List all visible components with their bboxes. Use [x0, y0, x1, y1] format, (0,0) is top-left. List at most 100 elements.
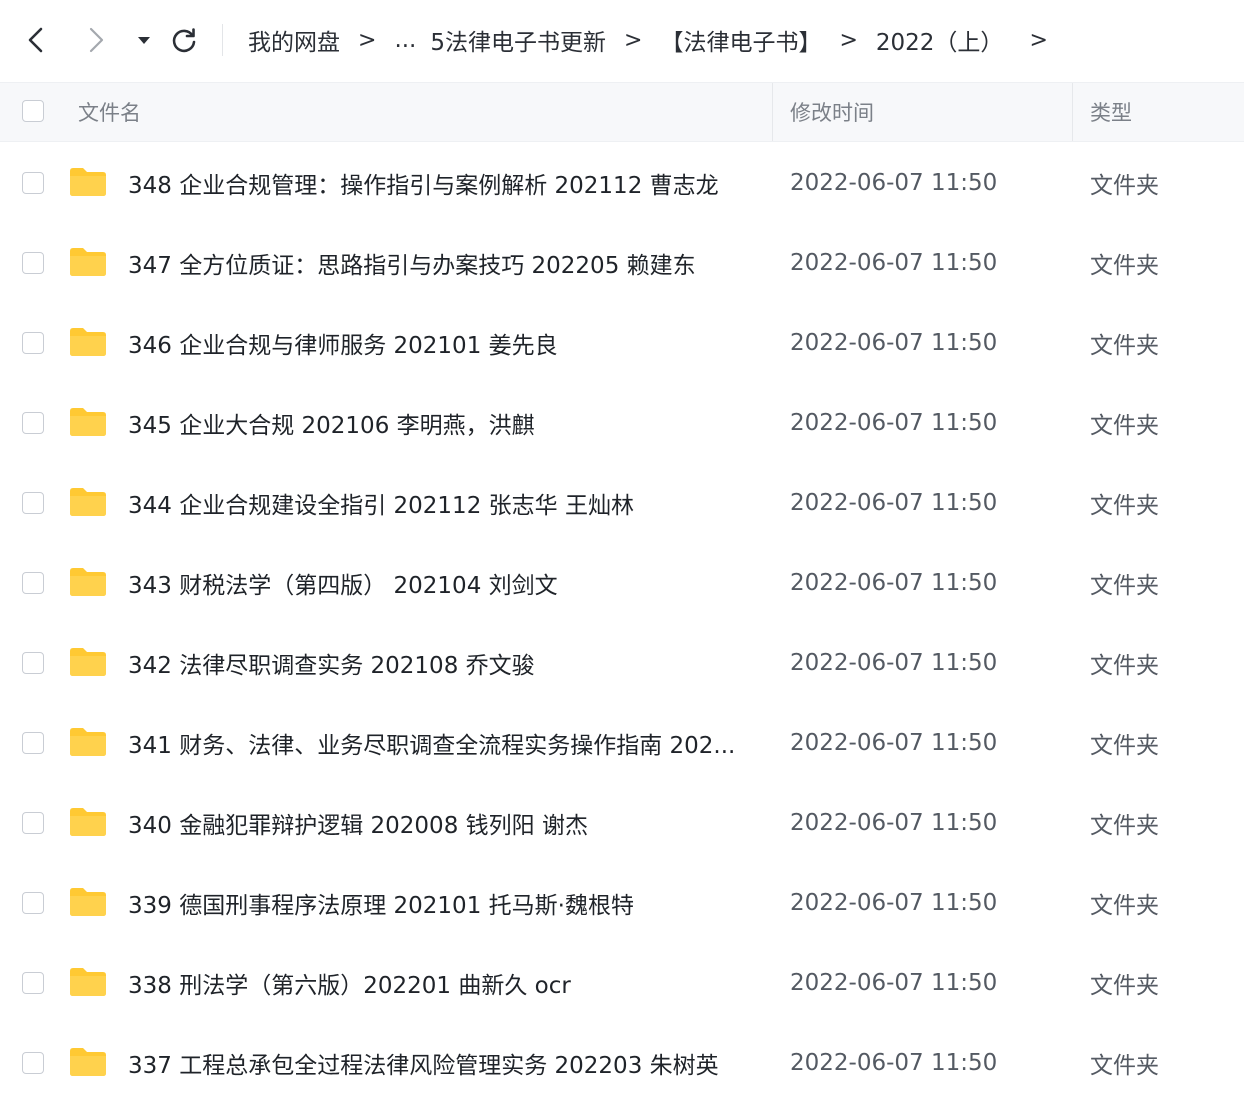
breadcrumb: 我的网盘 > ... > 5法律电子书更新 > 【法律电子书】 > 2022（上…	[248, 20, 1066, 60]
select-all-checkbox[interactable]	[22, 100, 44, 122]
caret-down-icon	[138, 37, 150, 44]
table-row[interactable]: 337 工程总承包全过程法律风险管理实务 202203 朱树英 2022-06-…	[0, 1023, 1244, 1103]
column-header-modified[interactable]: 修改时间	[790, 83, 874, 141]
file-type: 文件夹	[1090, 493, 1159, 519]
file-type: 文件夹	[1090, 973, 1159, 999]
file-type: 文件夹	[1090, 573, 1159, 599]
folder-icon	[70, 648, 106, 676]
file-name[interactable]: 338 刑法学（第六版）202201 曲新久 ocr	[128, 943, 758, 1023]
folder-icon	[70, 888, 106, 916]
folder-icon	[70, 168, 106, 196]
file-list: 348 企业合规管理：操作指引与案例解析 202112 曹志龙 2022-06-…	[0, 143, 1244, 1103]
file-type: 文件夹	[1090, 333, 1159, 359]
row-checkbox[interactable]	[22, 252, 44, 274]
row-checkbox[interactable]	[22, 1052, 44, 1074]
table-row[interactable]: 338 刑法学（第六版）202201 曲新久 ocr 2022-06-07 11…	[0, 943, 1244, 1023]
file-name[interactable]: 344 企业合规建设全指引 202112 张志华 王灿林	[128, 463, 758, 543]
file-name[interactable]: 339 德国刑事程序法原理 202101 托马斯·魏根特	[128, 863, 758, 943]
column-divider[interactable]	[1072, 83, 1073, 141]
file-name[interactable]: 348 企业合规管理：操作指引与案例解析 202112 曹志龙	[128, 143, 758, 223]
modified-time: 2022-06-07 11:50	[790, 170, 998, 196]
file-name[interactable]: 347 全方位质证：思路指引与办案技巧 202205 赖建东	[128, 223, 758, 303]
folder-icon	[70, 488, 106, 516]
modified-time: 2022-06-07 11:50	[790, 570, 998, 596]
folder-icon	[70, 568, 106, 596]
row-checkbox[interactable]	[22, 492, 44, 514]
table-row[interactable]: 342 法律尽职调查实务 202108 乔文骏 2022-06-07 11:50…	[0, 623, 1244, 703]
file-name[interactable]: 340 金融犯罪辩护逻辑 202008 钱列阳 谢杰	[128, 783, 758, 863]
breadcrumb-law-ebooks[interactable]: 【法律电子书】	[660, 23, 821, 57]
column-divider[interactable]	[772, 83, 773, 141]
modified-time: 2022-06-07 11:50	[790, 490, 998, 516]
nav-divider	[222, 24, 223, 56]
history-dropdown-button[interactable]	[124, 20, 164, 60]
breadcrumb-my-drive[interactable]: 我的网盘	[248, 23, 340, 57]
table-row[interactable]: 345 企业大合规 202106 李明燕，洪麒 2022-06-07 11:50…	[0, 383, 1244, 463]
table-row[interactable]: 344 企业合规建设全指引 202112 张志华 王灿林 2022-06-07 …	[0, 463, 1244, 543]
file-type: 文件夹	[1090, 253, 1159, 279]
folder-icon	[70, 408, 106, 436]
folder-icon	[70, 248, 106, 276]
table-row[interactable]: 339 德国刑事程序法原理 202101 托马斯·魏根特 2022-06-07 …	[0, 863, 1244, 943]
table-row[interactable]: 348 企业合规管理：操作指引与案例解析 202112 曹志龙 2022-06-…	[0, 143, 1244, 223]
modified-time: 2022-06-07 11:50	[790, 410, 998, 436]
row-checkbox[interactable]	[22, 652, 44, 674]
back-button[interactable]	[16, 20, 56, 60]
modified-time: 2022-06-07 11:50	[790, 970, 998, 996]
chevron-left-icon	[28, 27, 43, 53]
breadcrumb-separator: >	[358, 27, 377, 53]
breadcrumb-law-ebook-update[interactable]: 5法律电子书更新	[430, 23, 606, 57]
file-type: 文件夹	[1090, 733, 1159, 759]
file-type: 文件夹	[1090, 1053, 1159, 1079]
file-name[interactable]: 345 企业大合规 202106 李明燕，洪麒	[128, 383, 758, 463]
folder-icon	[70, 808, 106, 836]
row-checkbox[interactable]	[22, 732, 44, 754]
table-row[interactable]: 340 金融犯罪辩护逻辑 202008 钱列阳 谢杰 2022-06-07 11…	[0, 783, 1244, 863]
modified-time: 2022-06-07 11:50	[790, 250, 998, 276]
refresh-icon	[172, 28, 196, 53]
modified-time: 2022-06-07 11:50	[790, 330, 998, 356]
file-type: 文件夹	[1090, 813, 1159, 839]
refresh-button[interactable]	[164, 20, 204, 60]
row-checkbox[interactable]	[22, 972, 44, 994]
row-checkbox[interactable]	[22, 892, 44, 914]
file-type: 文件夹	[1090, 413, 1159, 439]
folder-icon	[70, 968, 106, 996]
navigation-bar: 我的网盘 > ... > 5法律电子书更新 > 【法律电子书】 > 2022（上…	[0, 0, 1244, 80]
file-type: 文件夹	[1090, 653, 1159, 679]
modified-time: 2022-06-07 11:50	[790, 730, 998, 756]
row-checkbox[interactable]	[22, 332, 44, 354]
folder-icon	[70, 728, 106, 756]
file-type: 文件夹	[1090, 893, 1159, 919]
modified-time: 2022-06-07 11:50	[790, 1050, 998, 1076]
modified-time: 2022-06-07 11:50	[790, 810, 998, 836]
table-row[interactable]: 347 全方位质证：思路指引与办案技巧 202205 赖建东 2022-06-0…	[0, 223, 1244, 303]
file-type: 文件夹	[1090, 173, 1159, 199]
row-checkbox[interactable]	[22, 172, 44, 194]
breadcrumb-separator: >	[1029, 27, 1048, 53]
column-header-type[interactable]: 类型	[1090, 83, 1132, 141]
table-header: 文件名 修改时间 类型	[0, 82, 1244, 142]
table-row[interactable]: 341 财务、法律、业务尽职调查全流程实务操作指南 202... 2022-06…	[0, 703, 1244, 783]
file-name[interactable]: 341 财务、法律、业务尽职调查全流程实务操作指南 202...	[128, 703, 758, 783]
file-name[interactable]: 337 工程总承包全过程法律风险管理实务 202203 朱树英	[128, 1023, 758, 1103]
folder-icon	[70, 1048, 106, 1076]
modified-time: 2022-06-07 11:50	[790, 650, 998, 676]
breadcrumb-2022-first-half[interactable]: 2022（上）	[876, 23, 1004, 57]
row-checkbox[interactable]	[22, 412, 44, 434]
breadcrumb-separator: >	[624, 27, 643, 53]
modified-time: 2022-06-07 11:50	[790, 890, 998, 916]
table-row[interactable]: 346 企业合规与律师服务 202101 姜先良 2022-06-07 11:5…	[0, 303, 1244, 383]
forward-button[interactable]	[76, 20, 116, 60]
column-header-name[interactable]: 文件名	[78, 83, 141, 141]
row-checkbox[interactable]	[22, 812, 44, 834]
row-checkbox[interactable]	[22, 572, 44, 594]
breadcrumb-separator: >	[839, 27, 858, 53]
file-name[interactable]: 342 法律尽职调查实务 202108 乔文骏	[128, 623, 758, 703]
file-name[interactable]: 343 财税法学（第四版） 202104 刘剑文	[128, 543, 758, 623]
table-row[interactable]: 343 财税法学（第四版） 202104 刘剑文 2022-06-07 11:5…	[0, 543, 1244, 623]
folder-icon	[70, 328, 106, 356]
chevron-right-icon	[89, 27, 104, 53]
file-name[interactable]: 346 企业合规与律师服务 202101 姜先良	[128, 303, 758, 383]
breadcrumb-ellipsis[interactable]: ...	[394, 27, 416, 53]
